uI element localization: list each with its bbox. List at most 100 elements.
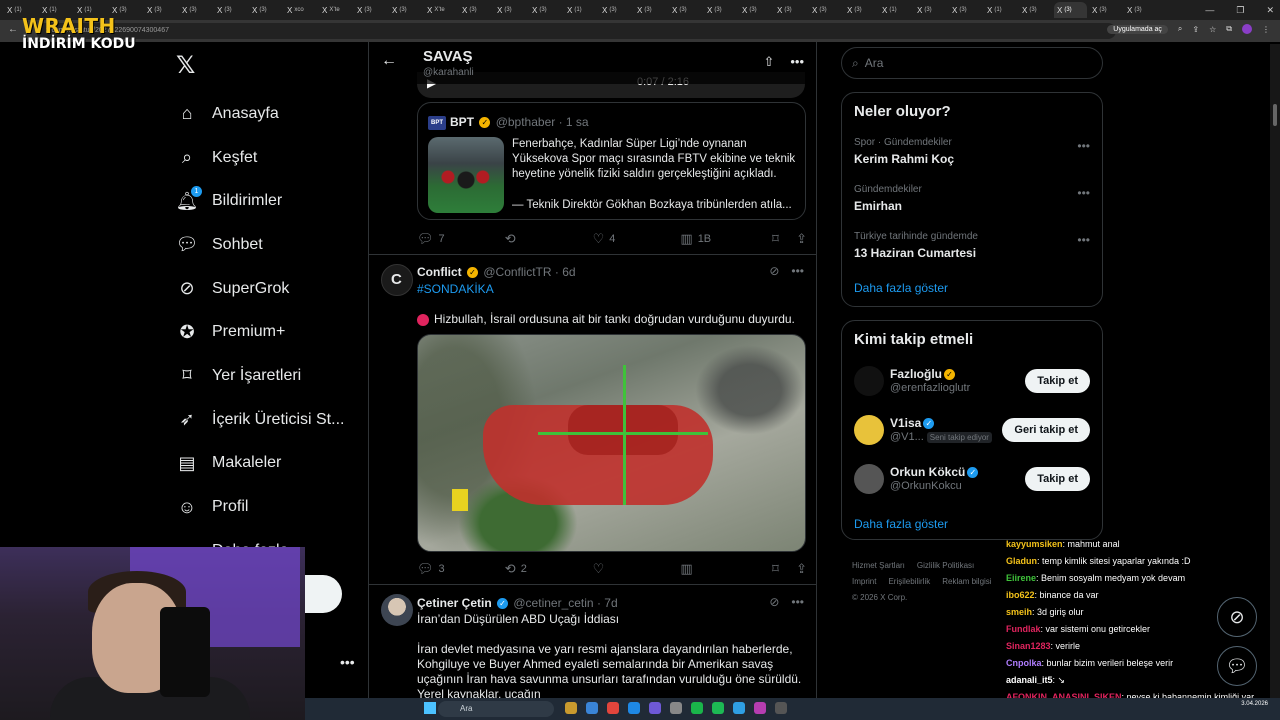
sidebar-item-verified[interactable]: ✪ Premium+ bbox=[170, 310, 360, 354]
browser-tab[interactable]: X (3) bbox=[914, 2, 947, 18]
browser-tab[interactable]: X (3) bbox=[809, 2, 842, 18]
browser-tab[interactable]: X X’te bbox=[319, 2, 352, 18]
menu-icon[interactable]: ⋮ bbox=[1262, 25, 1270, 34]
footer-link[interactable]: Erişilebilirlik bbox=[888, 577, 930, 586]
chat-username[interactable]: Fundlak bbox=[1006, 624, 1041, 634]
open-in-app-button[interactable]: Uygulamada aç bbox=[1107, 24, 1168, 34]
follow-avatar[interactable] bbox=[854, 366, 884, 396]
browser-tab[interactable]: Xxco bbox=[284, 2, 317, 18]
bookmark-button[interactable]: ⌑ bbox=[772, 561, 796, 577]
sidebar-item-profile[interactable]: ☺ Profil bbox=[170, 485, 360, 529]
like-button[interactable]: ♡ 4 bbox=[593, 231, 681, 247]
browser-tab[interactable]: X (3) bbox=[599, 2, 632, 18]
browser-tab[interactable]: X (3) bbox=[494, 2, 527, 18]
hashtag-link[interactable]: #SONDAKİKA bbox=[417, 282, 494, 296]
browser-tab[interactable]: X (3) bbox=[354, 2, 387, 18]
bookmark-button[interactable]: ⌑ bbox=[772, 231, 796, 247]
app-icon[interactable] bbox=[733, 702, 745, 714]
scrollbar-thumb[interactable] bbox=[1273, 104, 1277, 126]
grok-icon[interactable]: ⊘ bbox=[769, 595, 779, 609]
browser-tab[interactable]: X (3) bbox=[949, 2, 982, 18]
reply-button[interactable]: 💬︎ 3 bbox=[417, 561, 505, 577]
views-button[interactable]: ▥ 1B bbox=[680, 231, 772, 247]
url-field[interactable]: x.com/.../status/2027822690074300467 bbox=[36, 23, 1116, 39]
follow-show-more-link[interactable]: Daha fazla göster bbox=[854, 517, 948, 531]
back-icon[interactable]: ← bbox=[8, 24, 18, 35]
spotify-icon[interactable] bbox=[712, 702, 724, 714]
grok-icon[interactable]: ⊘ bbox=[769, 264, 779, 278]
follow-name[interactable]: Orkun Kökcü ✓ bbox=[890, 465, 980, 479]
sidebar-item-chat[interactable]: 💬︎ Sohbet bbox=[170, 223, 360, 267]
views-button[interactable]: ▥ bbox=[680, 561, 772, 577]
share-icon[interactable]: ⇪ bbox=[1192, 25, 1199, 34]
app-icon[interactable] bbox=[754, 702, 766, 714]
minimize-icon[interactable]: — bbox=[1205, 5, 1214, 15]
chat-username[interactable]: Eiirene bbox=[1006, 573, 1036, 583]
maximize-icon[interactable]: ❐ bbox=[1236, 5, 1244, 16]
browser-tab[interactable]: X (3) bbox=[774, 2, 807, 18]
tweet-author-handle[interactable]: @cetiner_cetin bbox=[513, 596, 593, 610]
follow-name[interactable]: V1isa ✓ bbox=[890, 416, 936, 430]
browser-tab[interactable]: X (1) bbox=[984, 2, 1017, 18]
footer-link[interactable]: Gizlilik Politikası bbox=[917, 561, 974, 570]
browser-tab[interactable]: X (3) bbox=[1089, 2, 1122, 18]
sidebar-item-grok[interactable]: ⊘ SuperGrok bbox=[170, 267, 360, 311]
sidebar-item-article[interactable]: ▤ Makaleler bbox=[170, 442, 360, 486]
browser-tab[interactable]: X (3) bbox=[634, 2, 667, 18]
browser-tab[interactable]: X (3) bbox=[669, 2, 702, 18]
browser-tab[interactable]: X (3) bbox=[179, 2, 212, 18]
chat-username[interactable]: smeih bbox=[1006, 607, 1032, 617]
footer-link[interactable]: Imprint bbox=[852, 577, 876, 586]
file-explorer-icon[interactable] bbox=[565, 702, 577, 714]
more-icon[interactable]: ••• bbox=[791, 264, 804, 278]
browser-tab[interactable]: X (3) bbox=[459, 2, 492, 18]
follow-avatar[interactable] bbox=[854, 464, 884, 494]
browser-tab[interactable]: X (3) bbox=[529, 2, 562, 18]
trend-more-icon[interactable]: ••• bbox=[1077, 186, 1090, 200]
messages-fab-button[interactable]: 💬︎ bbox=[1217, 646, 1257, 686]
back-arrow-icon[interactable]: ← bbox=[381, 52, 397, 70]
footer-link[interactable]: Reklam bilgisi bbox=[942, 577, 991, 586]
chat-username[interactable]: adanali_it5 bbox=[1006, 675, 1053, 685]
share-button[interactable]: ⇪ bbox=[796, 231, 807, 247]
repost-button[interactable]: ⟲ 2 bbox=[505, 561, 593, 577]
search-input[interactable]: ⌕ Ara bbox=[841, 47, 1103, 79]
profile-avatar[interactable] bbox=[1242, 24, 1252, 34]
edge-icon[interactable] bbox=[586, 702, 598, 714]
sidebar-item-home[interactable]: ⌂ Anasayfa bbox=[170, 92, 360, 136]
share-button[interactable]: ⇪ bbox=[796, 561, 807, 577]
zoom-icon[interactable]: ⌕ bbox=[1178, 24, 1182, 34]
tweet-time[interactable]: · 6d bbox=[555, 265, 576, 279]
trend-more-icon[interactable]: ••• bbox=[1077, 139, 1090, 153]
more-icon[interactable]: ••• bbox=[790, 54, 804, 70]
trend-name[interactable]: Kerim Rahmi Koç bbox=[854, 152, 954, 166]
browser-tab[interactable]: X (3) bbox=[1054, 2, 1087, 18]
tweet-video[interactable] bbox=[417, 334, 806, 552]
cetiner-avatar[interactable] bbox=[381, 594, 413, 626]
browser-tab[interactable]: X (3) bbox=[704, 2, 737, 18]
browser-tab[interactable]: X (3) bbox=[1124, 2, 1157, 18]
follow-avatar[interactable] bbox=[854, 415, 884, 445]
footer-link[interactable]: Hizmet Şartları bbox=[852, 561, 905, 570]
discord-icon[interactable] bbox=[649, 702, 661, 714]
star-icon[interactable]: ☆ bbox=[1209, 25, 1216, 34]
browser-tab[interactable]: X (3) bbox=[249, 2, 282, 18]
chat-username[interactable]: kayyumsiken bbox=[1006, 539, 1063, 549]
extensions-icon[interactable]: ⧉ bbox=[1226, 24, 1232, 34]
whatsapp-icon[interactable] bbox=[691, 702, 703, 714]
chat-username[interactable]: Sinan1283 bbox=[1006, 641, 1051, 651]
browser-tab[interactable]: X (1) bbox=[879, 2, 912, 18]
repost-button[interactable]: ⟲ bbox=[505, 231, 593, 247]
tweet-author-handle[interactable]: @ConflictTR bbox=[483, 265, 551, 279]
share-icon[interactable]: ⇧ bbox=[763, 54, 774, 70]
trend-name[interactable]: Emirhan bbox=[854, 199, 902, 213]
grok-fab-button[interactable]: ⊘ bbox=[1217, 597, 1257, 637]
follow-button[interactable]: Takip et bbox=[1025, 369, 1090, 393]
follow-button[interactable]: Takip et bbox=[1025, 467, 1090, 491]
chat-username[interactable]: Cnpolka bbox=[1006, 658, 1042, 668]
conflict-avatar[interactable]: C bbox=[381, 264, 413, 296]
browser-tab[interactable]: X (3) bbox=[214, 2, 247, 18]
chrome-icon[interactable] bbox=[607, 702, 619, 714]
taskbar-search[interactable]: Ara bbox=[438, 701, 554, 717]
sidebar-item-bookmark[interactable]: ⌑ Yer İşaretleri bbox=[170, 354, 360, 398]
